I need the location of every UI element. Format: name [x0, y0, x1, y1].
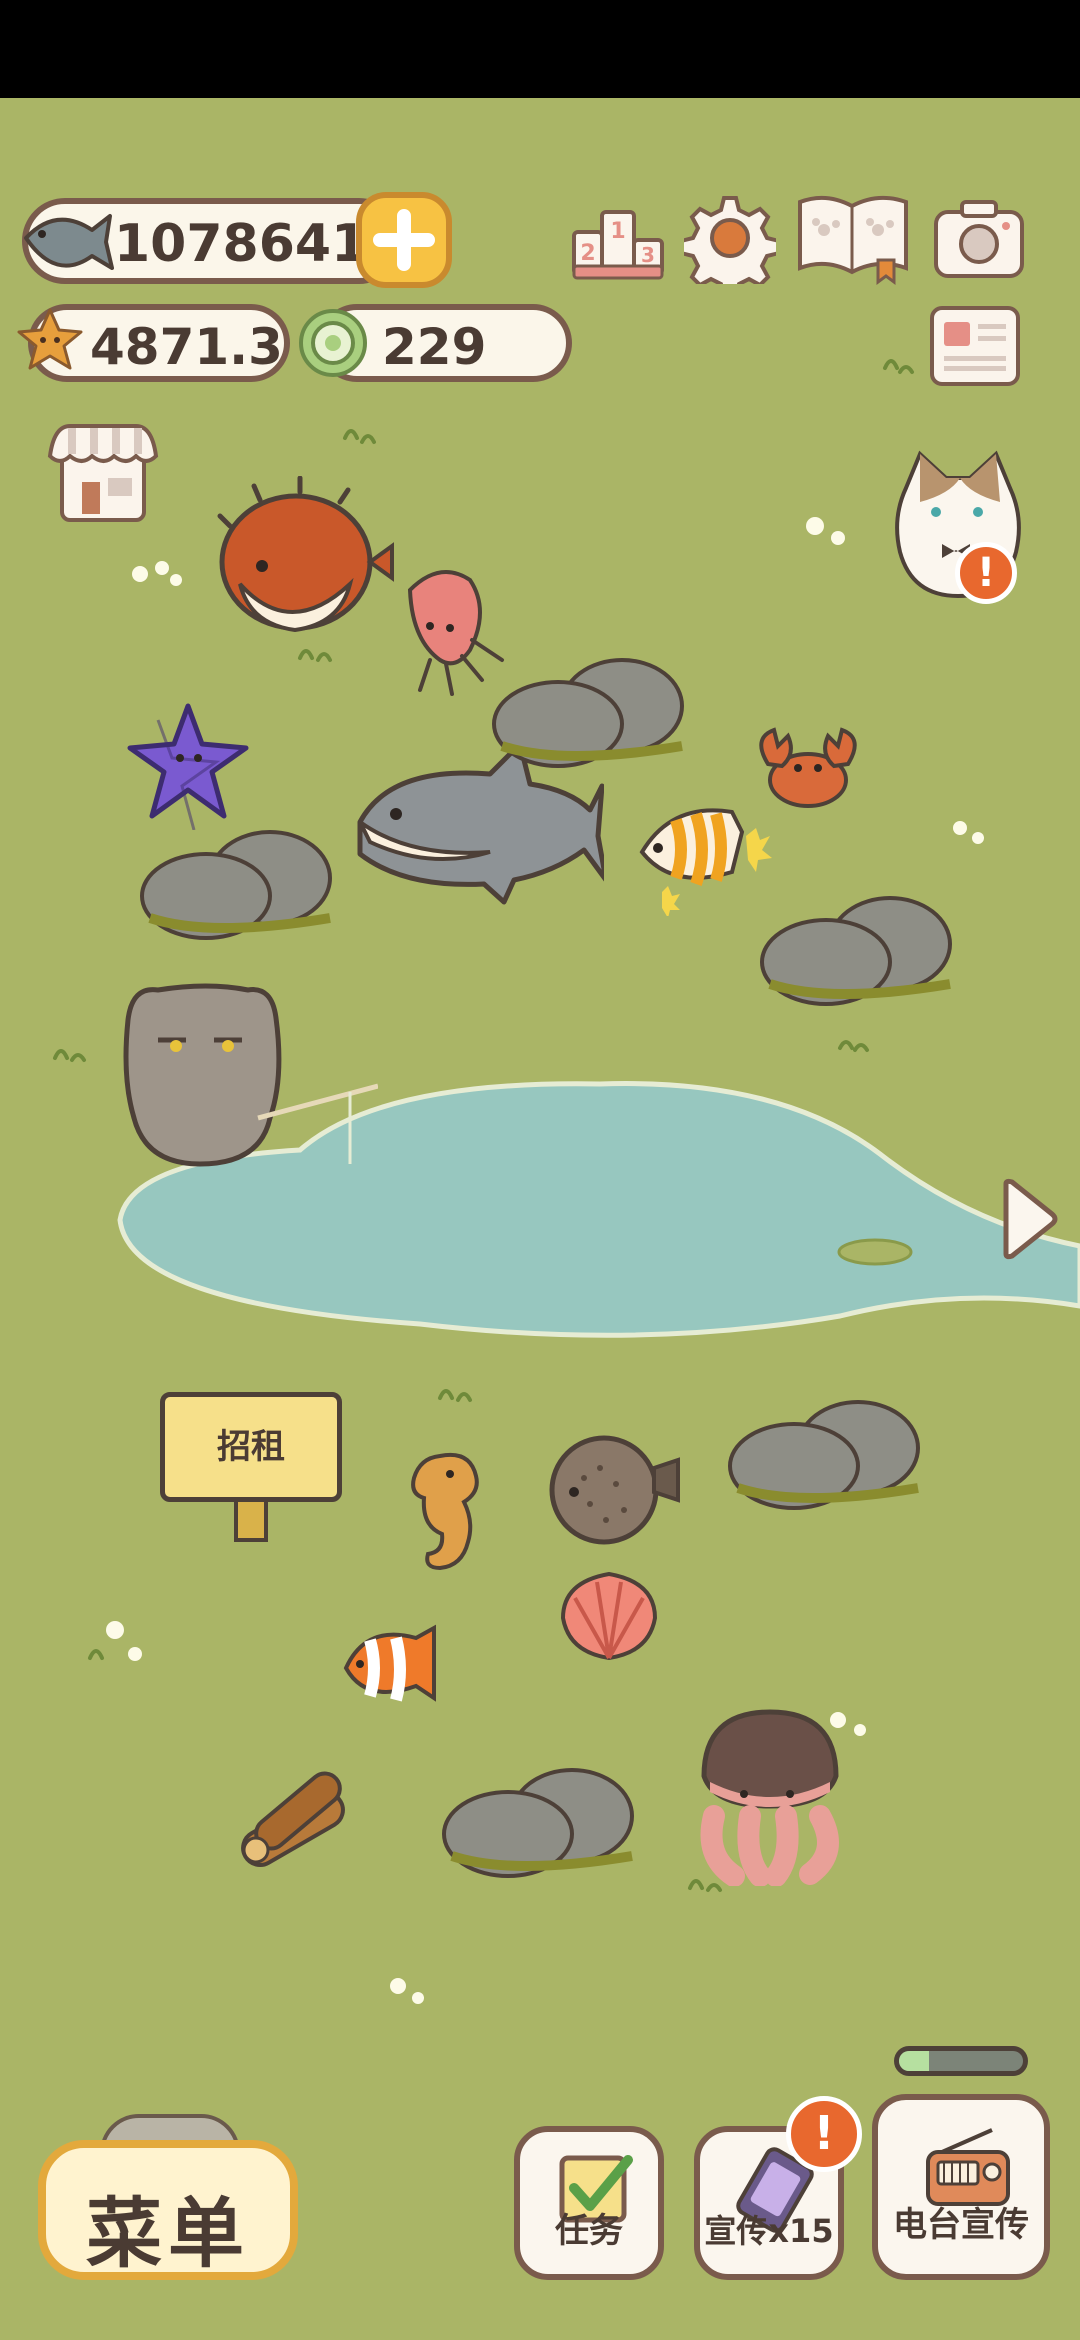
status-bar: [0, 0, 1080, 98]
brown-puffer-sprite[interactable]: [544, 1428, 684, 1548]
ranking-icon: 2 1 3: [572, 210, 664, 280]
pallas-cat-sprite[interactable]: [118, 980, 378, 1170]
svg-text:3: 3: [641, 243, 655, 267]
rock-2: [492, 658, 684, 768]
tasks-button[interactable]: 任务: [514, 2126, 664, 2280]
rock-4: [728, 1400, 920, 1510]
svg-text:2: 2: [580, 241, 595, 266]
ranking-button[interactable]: 2 1 3: [570, 196, 666, 282]
menu-button-label: 菜单: [86, 2189, 250, 2278]
promo-label: 宣传x15: [704, 2212, 834, 2250]
seahorse-sprite[interactable]: [400, 1446, 490, 1576]
clownfish-sprite[interactable]: [340, 1620, 440, 1712]
fish-icon: [24, 214, 114, 270]
rock-1: [140, 830, 332, 940]
sign-text: 招租: [160, 1392, 342, 1502]
shell-icon: [299, 309, 367, 377]
octopus-sprite[interactable]: [690, 1706, 850, 1886]
plus-icon: [373, 209, 435, 271]
tasks-label: 任务: [555, 2211, 623, 2251]
star-icon: [17, 308, 83, 370]
radio-progress-bar: [894, 2046, 1028, 2076]
camera-button[interactable]: [932, 196, 1026, 282]
collection-book-button[interactable]: [794, 190, 912, 286]
newspaper-icon: [930, 306, 1020, 386]
promo-alert-badge[interactable]: !: [786, 2096, 862, 2172]
shop-icon: [47, 424, 159, 522]
rock-5: [442, 1768, 634, 1878]
arrow-right-icon: [1003, 1178, 1058, 1260]
gear-icon: [679, 196, 781, 298]
svg-text:1: 1: [610, 219, 625, 244]
pufferfish-sprite[interactable]: [200, 476, 400, 646]
shop-button[interactable]: [44, 418, 162, 526]
radio-progress-fill: [899, 2051, 929, 2071]
menu-button[interactable]: 菜单: [38, 2140, 298, 2280]
book-icon: [798, 195, 908, 285]
settings-button[interactable]: [679, 192, 781, 298]
radio-promo-label: 电台宣传: [893, 2205, 1029, 2245]
next-area-button[interactable]: [998, 1176, 1060, 1262]
rock-3: [760, 896, 952, 1006]
shell-count: 229: [382, 318, 487, 376]
fish-count: 1078641: [114, 214, 368, 274]
scallop-sprite[interactable]: [554, 1568, 664, 1668]
firewood-sprite[interactable]: [228, 1752, 358, 1872]
camera-icon: [934, 200, 1024, 278]
game-screen: 1078641 4871.3 229 2 1 3 ! 招租 菜单 任务 宣传x1…: [0, 0, 1080, 2340]
for-rent-sign[interactable]: 招租: [156, 1392, 346, 1552]
starfish-sprite[interactable]: [118, 700, 258, 830]
add-fish-button[interactable]: [356, 192, 452, 288]
radio-promo-button[interactable]: 电台宣传: [872, 2094, 1050, 2280]
news-button[interactable]: [928, 302, 1022, 388]
cat-alert-badge[interactable]: !: [955, 542, 1017, 604]
star-count: 4871.3: [90, 318, 283, 376]
